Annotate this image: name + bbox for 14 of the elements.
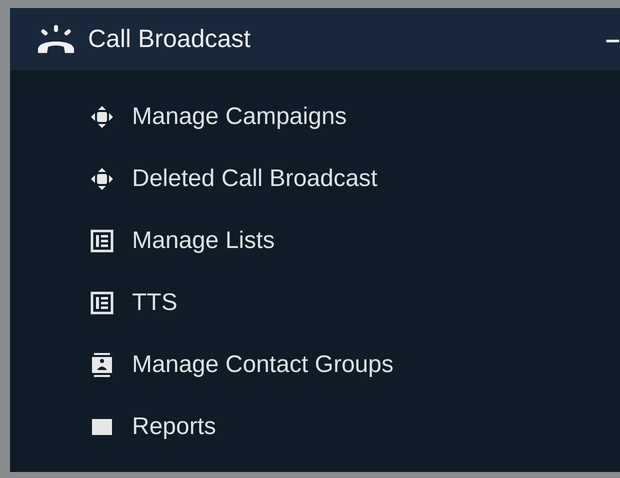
collapse-toggle[interactable]: – [606, 24, 620, 54]
table-icon [90, 229, 114, 253]
move-icon [90, 105, 114, 129]
table-icon [90, 291, 114, 315]
menu-item[interactable]: Manage Campaigns [90, 98, 620, 136]
menu-item[interactable]: Reports [90, 408, 620, 446]
menu-item[interactable]: Manage Lists [90, 222, 620, 260]
menu-item[interactable]: TTS [90, 284, 620, 322]
menu-header[interactable]: Call Broadcast – [10, 8, 620, 70]
menu-item[interactable]: Manage Contact Groups [90, 346, 620, 384]
contact-card-icon [90, 353, 114, 377]
menu-item[interactable]: Deleted Call Broadcast [90, 160, 620, 198]
move-icon [90, 167, 114, 191]
menu-title: Call Broadcast [88, 24, 252, 54]
